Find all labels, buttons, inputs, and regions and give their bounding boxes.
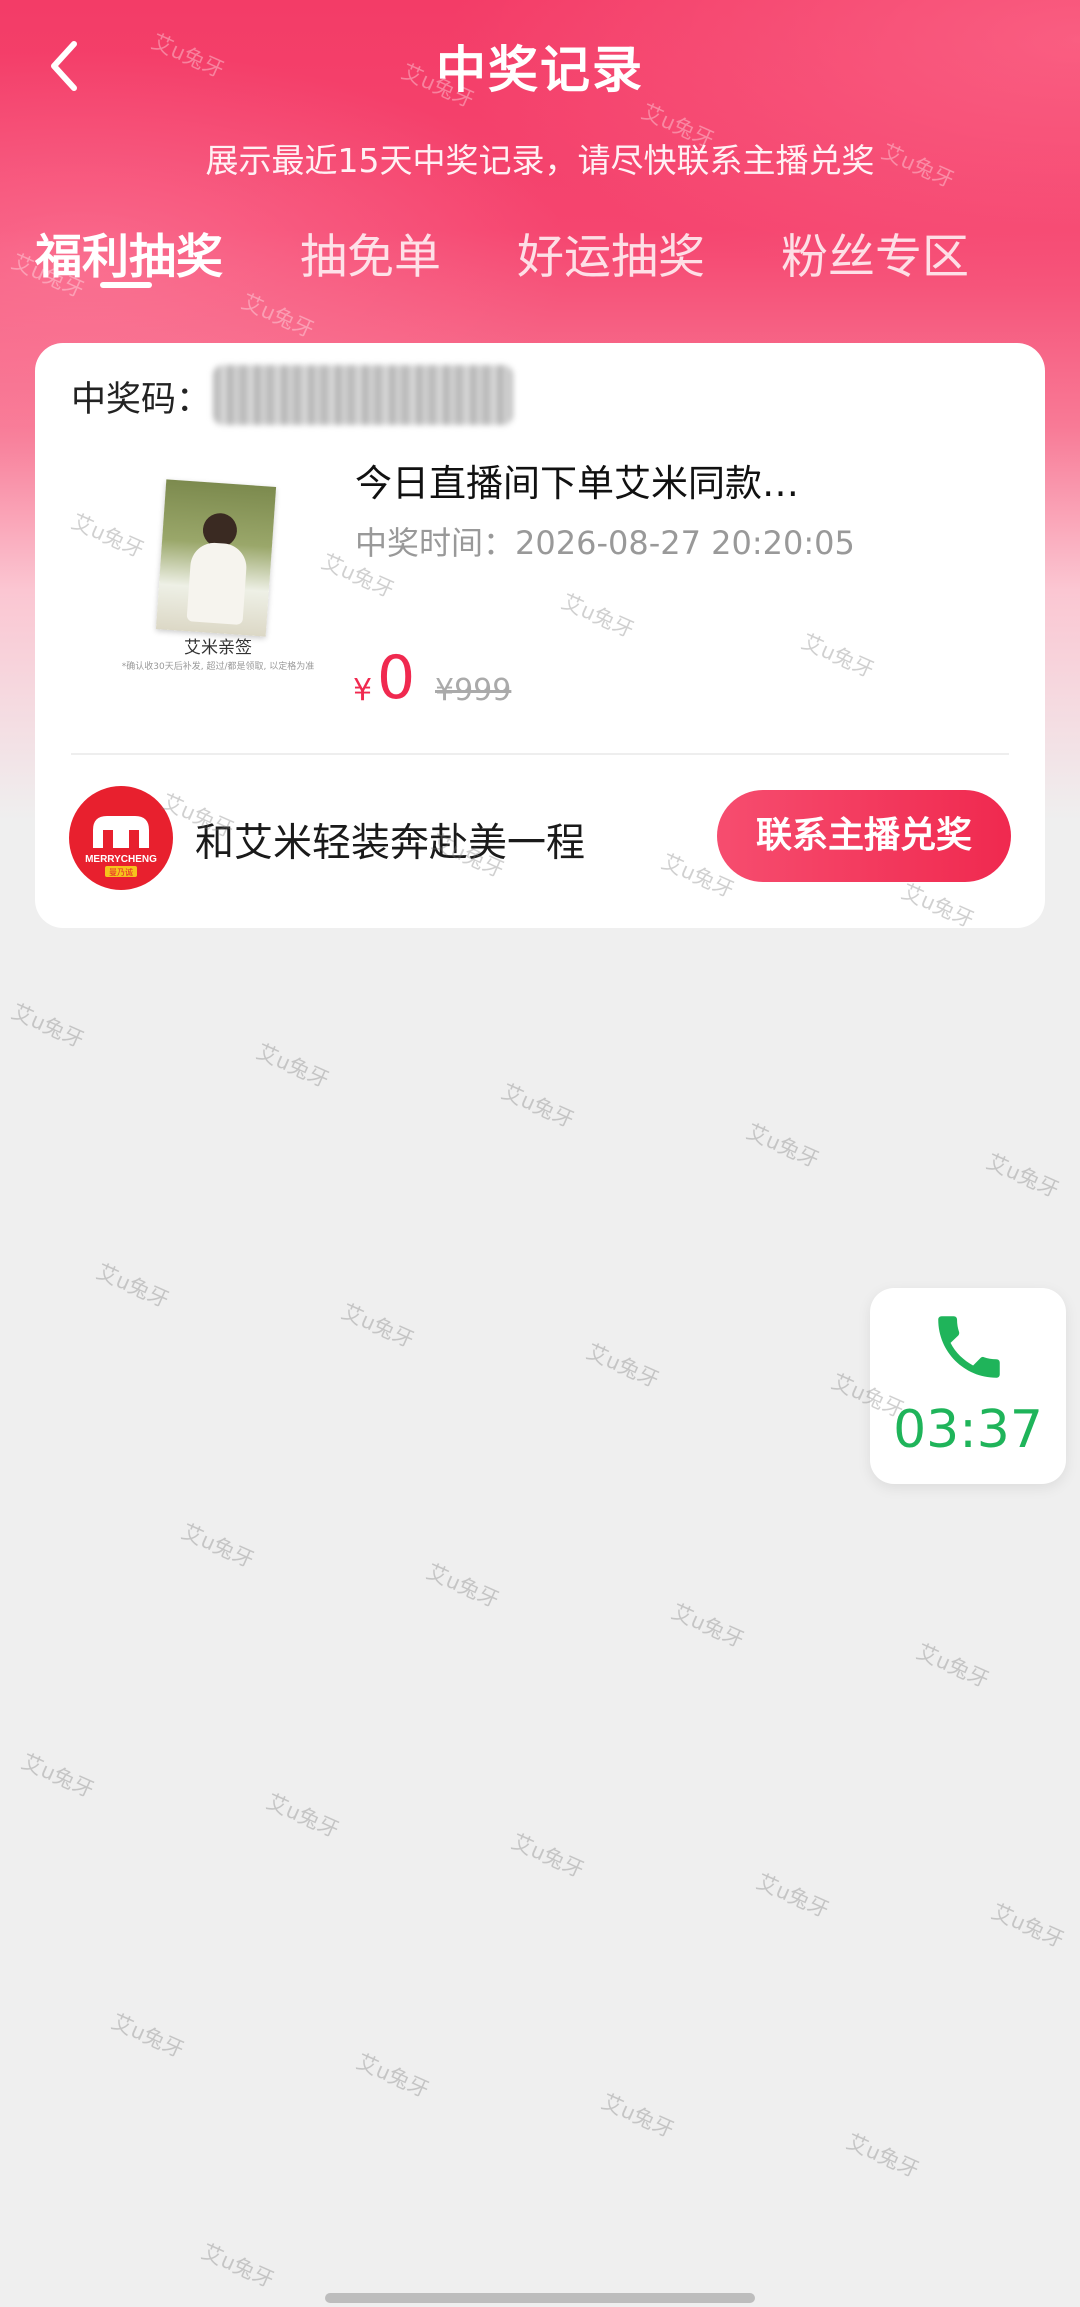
watermark: 艾u兔牙 — [668, 1599, 748, 1653]
prize-code-redacted — [213, 365, 513, 425]
store-logo-icon: MERRYCHENG 曼乃诚 — [85, 816, 157, 877]
divider — [71, 753, 1009, 755]
win-time: 中奖时间：2026-08-27 20:20:05 — [355, 524, 855, 562]
product-photo — [155, 479, 277, 637]
watermark: 艾u兔牙 — [508, 1829, 588, 1883]
watermark: 艾u兔牙 — [338, 1299, 418, 1353]
tab-lucky-lottery[interactable]: 好运抽奖 — [517, 218, 705, 287]
home-indicator[interactable] — [325, 2293, 755, 2303]
watermark: 艾u兔牙 — [598, 2089, 678, 2143]
prize-price: 0 — [377, 643, 416, 713]
watermark: 艾u兔牙 — [423, 1559, 503, 1613]
original-price: ¥999 — [435, 673, 512, 708]
phone-icon — [938, 1316, 1000, 1378]
call-duration: 03:37 — [893, 1400, 1043, 1460]
watermark: 艾u兔牙 — [753, 1869, 833, 1923]
watermark: 艾u兔牙 — [988, 1899, 1068, 1953]
product-photo-body — [186, 541, 248, 626]
watermark: 艾u兔牙 — [198, 2239, 278, 2293]
watermark: 艾u兔牙 — [843, 2129, 923, 2183]
watermark: 艾u兔牙 — [108, 2009, 188, 2063]
watermark: 艾u兔牙 — [263, 1789, 343, 1843]
watermark: 艾u兔牙 — [8, 999, 88, 1053]
store-logo-text: MERRYCHENG — [85, 854, 157, 865]
watermark: 艾u兔牙 — [913, 1639, 993, 1693]
tab-free-order[interactable]: 抽免单 — [300, 218, 441, 287]
tab-welfare-lottery[interactable]: 福利抽奖 — [35, 218, 223, 287]
page-subtitle: 展示最近15天中奖记录，请尽快联系主播兑奖 — [205, 141, 875, 180]
watermark: 艾u兔牙 — [583, 1339, 663, 1393]
product-image-caption: 艾米亲签 — [184, 638, 252, 658]
price-currency-symbol: ¥ — [353, 673, 373, 708]
store-logo-subtext: 曼乃诚 — [109, 867, 133, 877]
tab-bar: 福利抽奖 抽免单 好运抽奖 粉丝专区 — [0, 218, 1080, 298]
watermark: 艾u兔牙 — [93, 1259, 173, 1313]
product-title[interactable]: 今日直播间下单艾米同款… — [355, 453, 799, 507]
watermark: 艾u兔牙 — [18, 1749, 98, 1803]
product-thumbnail[interactable]: 艾米亲签 *确认收30天后补发, 超过/都是领取, 以定格为准 — [83, 479, 314, 698]
store-name[interactable]: 和艾米轻装奔赴美一程 — [195, 812, 585, 868]
page-title: 中奖记录 — [436, 41, 644, 99]
call-floating-widget[interactable]: 03:37 — [870, 1288, 1066, 1484]
watermark: 艾u兔牙 — [253, 1039, 333, 1093]
tab-fan-zone[interactable]: 粉丝专区 — [781, 218, 969, 287]
watermark: 艾u兔牙 — [353, 2049, 433, 2103]
watermark: 艾u兔牙 — [983, 1149, 1063, 1203]
prize-code-label: 中奖码： — [71, 380, 212, 420]
store-logo[interactable]: MERRYCHENG 曼乃诚 — [69, 786, 173, 890]
watermark: 艾u兔牙 — [178, 1519, 258, 1573]
contact-host-redeem-button[interactable]: 联系主播兑奖 — [717, 790, 1011, 882]
active-tab-indicator — [100, 282, 152, 288]
product-image-fineprint: *确认收30天后补发, 超过/都是领取, 以定格为准 — [121, 662, 315, 672]
watermark: 艾u兔牙 — [743, 1119, 823, 1173]
prize-record-card: 中奖码： 艾米亲签 *确认收30天后补发, 超过/都是领取, 以定格为准 今日直… — [35, 343, 1045, 928]
watermark: 艾u兔牙 — [498, 1079, 578, 1133]
